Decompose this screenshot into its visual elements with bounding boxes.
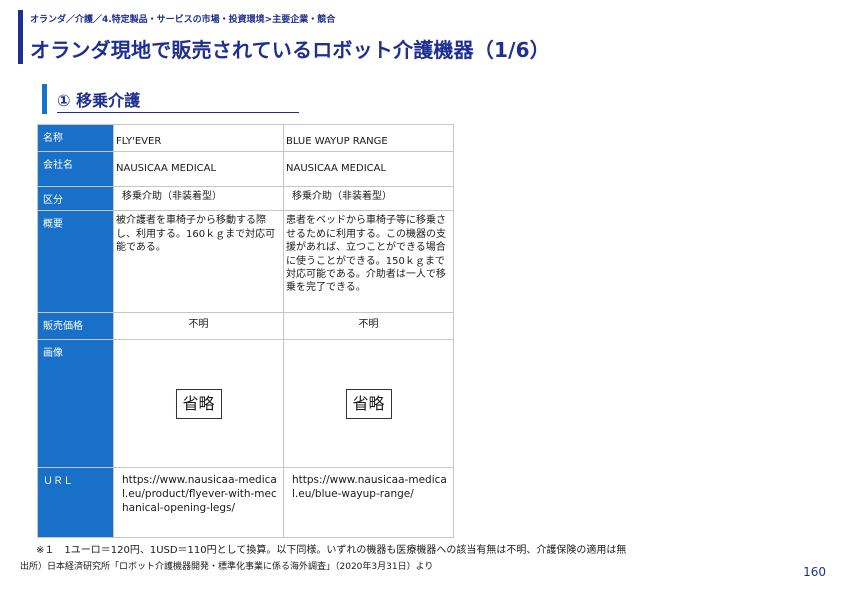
- table-row-category: 区分 移乗介助（非装着型） 移乗介助（非装着型）: [37, 186, 454, 212]
- product-1-name: FLY'EVER: [113, 123, 284, 153]
- product-1-image-cell: 省略: [113, 339, 284, 469]
- section-underline: [57, 112, 299, 113]
- product-2-category: 移乗介助（非装着型）: [283, 186, 454, 212]
- product-2-company: NAUSICAA MEDICAL: [283, 151, 454, 188]
- image-omitted-placeholder: 省略: [345, 388, 392, 419]
- page-title: オランダ現地で販売されているロボット介護機器（1/6）: [30, 38, 550, 62]
- table-row-url: ＵＲＬ https://www.nausicaa-medical.eu/prod…: [37, 467, 454, 539]
- product-2-url-link[interactable]: https://www.nausicaa-medical.eu/blue-way…: [283, 467, 454, 539]
- row-label-overview: 概要: [37, 210, 114, 314]
- page-number: 160: [803, 565, 826, 579]
- row-label-category: 区分: [37, 186, 114, 212]
- row-label-url: ＵＲＬ: [37, 467, 114, 539]
- section-title: ① 移乗介護: [57, 91, 141, 110]
- product-2-name: BLUE WAYUP RANGE: [283, 123, 454, 153]
- section-accent-bar: [42, 84, 47, 114]
- product-table: 名称 FLY'EVER BLUE WAYUP RANGE 会社名 NAUSICA…: [37, 123, 454, 539]
- row-label-image: 画像: [37, 339, 114, 469]
- breadcrumb: オランダ／介護／4.特定製品・サービスの市場・投資環境>主要企業・競合: [30, 15, 336, 25]
- row-label-name: 名称: [37, 123, 114, 153]
- table-row-overview: 概要 被介護者を車椅子から移動する際し、利用する。160ｋｇまで対応可能である。…: [37, 210, 454, 314]
- product-1-company: NAUSICAA MEDICAL: [113, 151, 284, 188]
- table-row-company: 会社名 NAUSICAA MEDICAL NAUSICAA MEDICAL: [37, 151, 454, 188]
- source-citation: 出所）日本経済研究所「ロボット介護機器開発・標準化事業に係る海外調査」（2020…: [20, 562, 434, 572]
- table-row-name: 名称 FLY'EVER BLUE WAYUP RANGE: [37, 123, 454, 153]
- row-label-company: 会社名: [37, 151, 114, 188]
- product-1-price: 不明: [113, 312, 284, 341]
- row-label-price: 販売価格: [37, 312, 114, 341]
- footnote: ※１ 1ユーロ＝120円、1USD＝110円として換算。以下同様。いずれの機器も…: [36, 545, 627, 556]
- product-2-price: 不明: [283, 312, 454, 341]
- image-omitted-placeholder: 省略: [175, 388, 222, 419]
- product-2-image-cell: 省略: [283, 339, 454, 469]
- product-1-url-link[interactable]: https://www.nausicaa-medical.eu/product/…: [113, 467, 284, 539]
- header-accent-bar: [18, 10, 23, 64]
- product-1-overview: 被介護者を車椅子から移動する際し、利用する。160ｋｇまで対応可能である。: [113, 210, 284, 314]
- product-1-category: 移乗介助（非装着型）: [113, 186, 284, 212]
- table-row-image: 画像 省略 省略: [37, 339, 454, 469]
- table-row-price: 販売価格 不明 不明: [37, 312, 454, 341]
- product-2-overview: 患者をベッドから車椅子等に移乗させるために利用する。この機器の支援があれば、立つ…: [283, 210, 454, 314]
